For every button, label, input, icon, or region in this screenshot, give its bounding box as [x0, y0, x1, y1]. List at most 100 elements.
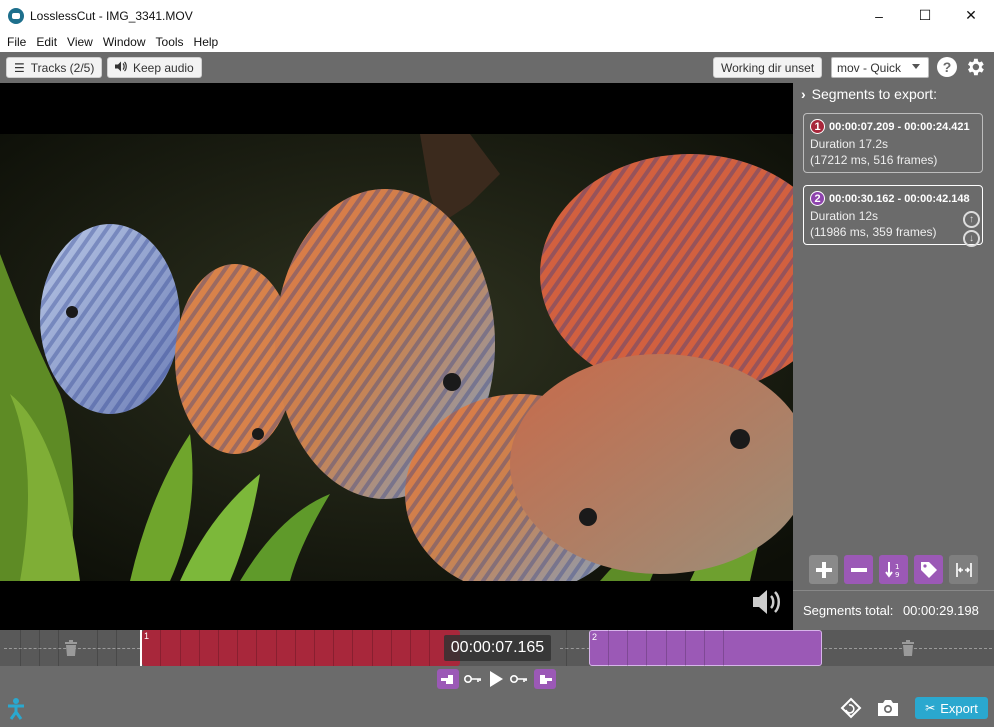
playback-controls — [0, 666, 994, 727]
segment-number-badge: 1 — [810, 119, 825, 134]
segment-range: 00:00:07.209 - 00:00:24.421 — [829, 120, 970, 133]
segment-head: 1 00:00:07.209 - 00:00:24.421 — [810, 119, 976, 134]
close-button[interactable]: ✕ — [948, 0, 994, 31]
add-segment-button[interactable] — [809, 555, 838, 584]
segment-tools: 19 — [809, 555, 978, 584]
segments-total: Segments total: 00:00:29.198 — [803, 603, 979, 618]
list-icon: ☰ — [14, 60, 25, 75]
video-player[interactable] — [0, 83, 793, 630]
chevron-down-icon — [912, 64, 920, 69]
segment-card-1[interactable]: 1 00:00:07.209 - 00:00:24.421 Duration 1… — [803, 113, 983, 173]
timeline-tick — [410, 630, 411, 666]
timeline-tick — [352, 630, 353, 666]
timeline-tick — [666, 630, 667, 666]
segments-header[interactable]: › Segments to export: — [801, 86, 937, 102]
timeline-tick — [314, 630, 315, 666]
menu-window[interactable]: Window — [98, 35, 151, 49]
timeline-gap — [560, 648, 590, 649]
window-title: LosslessCut - IMG_3341.MOV — [30, 8, 193, 23]
timeline-tick — [566, 630, 567, 666]
scissors-icon: ✂ — [925, 701, 936, 715]
keep-audio-button[interactable]: Keep audio — [107, 57, 202, 78]
timeline-tick — [180, 630, 181, 666]
segment-range: 00:00:30.162 - 00:00:42.148 — [829, 192, 970, 205]
timeline-tick — [58, 630, 59, 666]
tag-icon — [920, 561, 937, 578]
gear-icon[interactable] — [964, 56, 986, 78]
timeline-tick — [723, 630, 724, 666]
hand-pointing-right-icon — [540, 675, 552, 684]
trash-icon[interactable] — [64, 640, 78, 656]
sort-segments-button[interactable]: 19 — [879, 555, 908, 584]
timeline-segment-2[interactable]: 2 — [589, 630, 822, 666]
timeline-tick — [256, 630, 257, 666]
merge-icon — [955, 562, 972, 577]
segments-total-value: 00:00:29.198 — [902, 603, 979, 618]
key-icon — [464, 675, 481, 683]
timeline-tick — [391, 630, 392, 666]
panel-divider — [793, 590, 994, 591]
speaker-icon — [115, 61, 127, 75]
format-select[interactable]: mov - Quick — [831, 57, 929, 78]
trash-icon[interactable] — [901, 640, 915, 656]
window-controls: – ☐ ✕ — [856, 0, 994, 31]
accessibility-icon[interactable] — [6, 698, 26, 720]
playhead[interactable] — [140, 630, 142, 666]
play-button[interactable] — [487, 669, 505, 689]
maximize-button[interactable]: ☐ — [902, 0, 948, 31]
timeline-tick — [429, 630, 430, 666]
segment-duration: Duration 17.2s — [810, 137, 889, 151]
minimize-button[interactable]: – — [856, 0, 902, 31]
timeline-segment-1[interactable]: 1 — [142, 630, 460, 666]
help-icon[interactable]: ? — [937, 57, 957, 77]
current-time-display[interactable]: 00:00:07.165 — [444, 635, 551, 661]
timeline-tick — [685, 630, 686, 666]
timeline-segment-label: 2 — [592, 632, 598, 642]
menu-view[interactable]: View — [62, 35, 98, 49]
menu-file[interactable]: File — [2, 35, 31, 49]
timeline-tick — [218, 630, 219, 666]
menu-help[interactable]: Help — [189, 35, 224, 49]
segments-total-label: Segments total: — [803, 603, 894, 618]
set-cut-start-button[interactable] — [437, 669, 459, 689]
timeline[interactable]: 1 2 00:00:07.165 — [0, 630, 994, 666]
move-down-icon[interactable]: ↓ — [963, 230, 980, 247]
merge-segments-button[interactable] — [949, 555, 978, 584]
rotate-icon[interactable] — [839, 696, 863, 720]
timeline-tick — [20, 630, 21, 666]
working-dir-label: Working dir unset — [721, 60, 815, 75]
timeline-segment-label: 1 — [144, 631, 150, 641]
timeline-tick — [608, 630, 609, 666]
jump-cut-start-button[interactable] — [463, 671, 483, 687]
segment-card-2[interactable]: 2 00:00:30.162 - 00:00:42.148 Duration 1… — [803, 185, 983, 247]
timeline-tick — [646, 630, 647, 666]
timeline-tick — [116, 630, 117, 666]
jump-cut-end-button[interactable] — [509, 671, 529, 687]
menu-edit[interactable]: Edit — [31, 35, 62, 49]
svg-text:9: 9 — [895, 571, 899, 579]
camera-icon[interactable] — [877, 699, 899, 717]
segment-number-badge: 2 — [810, 191, 825, 206]
timeline-tick — [160, 630, 161, 666]
move-up-icon[interactable]: ↑ — [963, 211, 980, 228]
timeline-tick — [333, 630, 334, 666]
export-button[interactable]: ✂ Export — [915, 697, 988, 719]
timeline-tick — [237, 630, 238, 666]
svg-text:1: 1 — [895, 563, 899, 571]
tag-segment-button[interactable] — [914, 555, 943, 584]
menu-bar: File Edit View Window Tools Help — [0, 31, 994, 52]
chevron-right-icon: › — [801, 86, 806, 102]
tracks-button[interactable]: ☰ Tracks (2/5) — [6, 57, 103, 78]
plus-icon — [815, 561, 832, 578]
menu-tools[interactable]: Tools — [151, 35, 189, 49]
timeline-tick — [295, 630, 296, 666]
set-cut-end-button[interactable] — [534, 669, 556, 689]
title-bar: LosslessCut - IMG_3341.MOV – ☐ ✕ — [0, 0, 994, 31]
remove-segment-button[interactable] — [844, 555, 873, 584]
segments-header-label: Segments to export: — [811, 86, 937, 102]
working-dir-button[interactable]: Working dir unset — [713, 57, 823, 78]
format-select-value: mov - Quick — [837, 60, 902, 75]
timeline-tick — [39, 630, 40, 666]
volume-icon[interactable] — [751, 588, 785, 616]
key-icon — [510, 675, 527, 683]
